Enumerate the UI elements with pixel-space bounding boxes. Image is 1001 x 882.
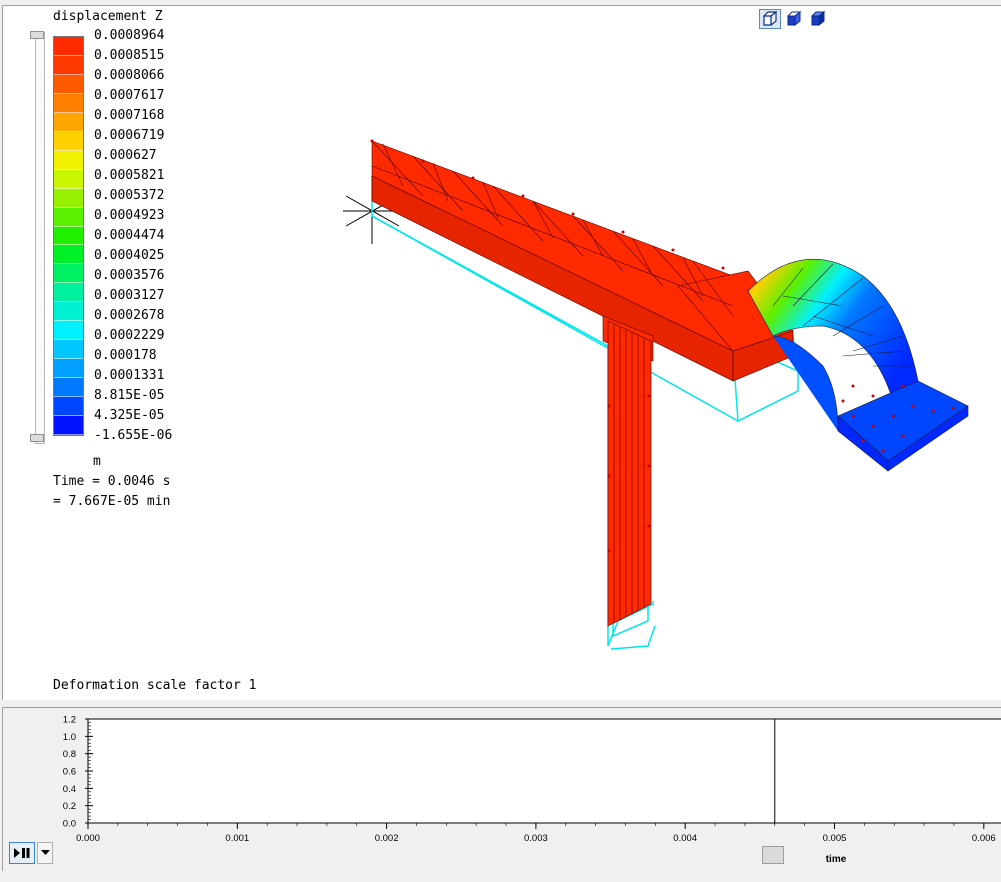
x-axis-label: time xyxy=(826,854,847,865)
y-tick-label: 0.4 xyxy=(63,784,76,795)
legend-swatch xyxy=(54,93,83,113)
time-scroll-thumb[interactable] xyxy=(762,846,784,864)
legend-label: 0.0006719 xyxy=(94,128,165,143)
legend-label: 0.0007168 xyxy=(94,108,165,123)
legend-swatch xyxy=(54,74,83,94)
beam-mesh xyxy=(371,140,794,382)
legend-swatch xyxy=(54,397,83,417)
playback-options-dropdown[interactable] xyxy=(37,842,53,864)
y-tick-label: 1.0 xyxy=(63,732,76,743)
timeline-plot-area xyxy=(88,719,1001,823)
legend-label: 0.0007617 xyxy=(94,88,165,103)
x-tick-label: 0.004 xyxy=(673,833,697,844)
legend-label: 0.0004025 xyxy=(94,248,165,263)
timeline-plot[interactable]: 1.2 1.0 0.8 0.6 0.4 0.2 0.00.000 0.001 0.002 0.00… xyxy=(3,708,1001,872)
legend-label: 0.000627 xyxy=(94,148,157,163)
deformation-scale-label: Deformation scale factor 1 xyxy=(53,678,257,693)
x-tick-label: 0.000 xyxy=(76,833,100,844)
legend-range-slider-track[interactable] xyxy=(35,32,45,444)
status-bar xyxy=(0,871,1001,882)
x-tick-label: 0.002 xyxy=(375,833,399,844)
legend-swatch xyxy=(54,188,83,208)
legend-label: 0.0003576 xyxy=(94,268,165,283)
legend-swatch xyxy=(54,37,83,56)
legend-title: displacement Z xyxy=(53,9,163,24)
x-tick-label: 0.006 xyxy=(972,833,996,844)
legend-swatch xyxy=(54,245,83,265)
play-pause-icon xyxy=(14,848,30,858)
legend-swatch xyxy=(54,55,83,75)
time-minutes: = 7.667E-05 min xyxy=(53,494,171,509)
time-seconds: Time = 0.0046 s xyxy=(53,474,171,489)
x-tick-label: 0.005 xyxy=(823,833,847,844)
legend-swatch xyxy=(54,378,83,398)
legend-label: 0.000178 xyxy=(94,348,157,363)
view-mode-toolbar xyxy=(759,9,829,29)
legend-swatch xyxy=(54,416,83,435)
legend-swatch xyxy=(54,226,83,246)
wireframe-view-button[interactable] xyxy=(759,9,781,29)
chevron-down-icon xyxy=(40,850,50,855)
legend-swatch xyxy=(54,207,83,227)
legend-label: 4.325E-05 xyxy=(94,408,165,423)
legend-label: 0.0003127 xyxy=(94,288,165,303)
play-pause-button[interactable] xyxy=(9,842,35,864)
legend-swatch xyxy=(54,150,83,170)
y-tick-label: 0.6 xyxy=(63,767,76,778)
legend-min-handle[interactable] xyxy=(30,434,44,442)
legend-max-handle[interactable] xyxy=(30,31,44,39)
solid-view-button[interactable] xyxy=(807,9,829,29)
legend-label: 0.0001331 xyxy=(94,368,165,383)
y-tick-label: 0.8 xyxy=(63,749,76,760)
x-tick-label: 0.001 xyxy=(225,833,249,844)
solid-cube-icon xyxy=(810,11,826,27)
column-mesh xyxy=(607,320,652,627)
arch-mesh xyxy=(747,258,969,472)
legend-label: 0.0004923 xyxy=(94,208,165,223)
legend-swatch xyxy=(54,321,83,341)
timeline-panel: 1.2 1.0 0.8 0.6 0.4 0.2 0.0 0.000 0.001 0.002 0.00… xyxy=(2,707,1001,871)
legend-label: 0.0002678 xyxy=(94,308,165,323)
legend-label: 0.0008515 xyxy=(94,48,165,63)
legend-swatch xyxy=(54,131,83,151)
legend-label: 0.0005372 xyxy=(94,188,165,203)
hidden-line-cube-icon xyxy=(786,11,802,27)
legend-label: 0.0005821 xyxy=(94,168,165,183)
legend-label: 0.0004474 xyxy=(94,228,165,243)
legend-swatch xyxy=(54,340,83,360)
legend-label: 8.815E-05 xyxy=(94,388,165,403)
legend-label: 0.0008066 xyxy=(94,68,165,83)
x-tick-label: 0.003 xyxy=(524,833,548,844)
legend-unit: m xyxy=(93,454,101,469)
y-tick-label: 0.2 xyxy=(63,801,76,812)
legend-swatch xyxy=(54,169,83,189)
y-tick-label: 0.0 xyxy=(63,819,76,830)
legend-swatch xyxy=(54,112,83,132)
legend-label: 0.0002229 xyxy=(94,328,165,343)
hidden-line-view-button[interactable] xyxy=(783,9,805,29)
legend-label: 0.0008964 xyxy=(94,28,165,43)
legend-swatch xyxy=(54,283,83,303)
color-scale-bar xyxy=(53,36,84,436)
legend-swatch xyxy=(54,359,83,379)
wireframe-cube-icon xyxy=(763,11,778,26)
y-tick-label: 1.2 xyxy=(63,715,76,726)
legend-swatch xyxy=(54,264,83,284)
legend-swatch xyxy=(54,302,83,322)
3d-viewport[interactable]: displacement Z 0.0008964 0.0008515 0.00080… xyxy=(2,5,1001,700)
legend-label: -1.655E-06 xyxy=(94,428,173,443)
